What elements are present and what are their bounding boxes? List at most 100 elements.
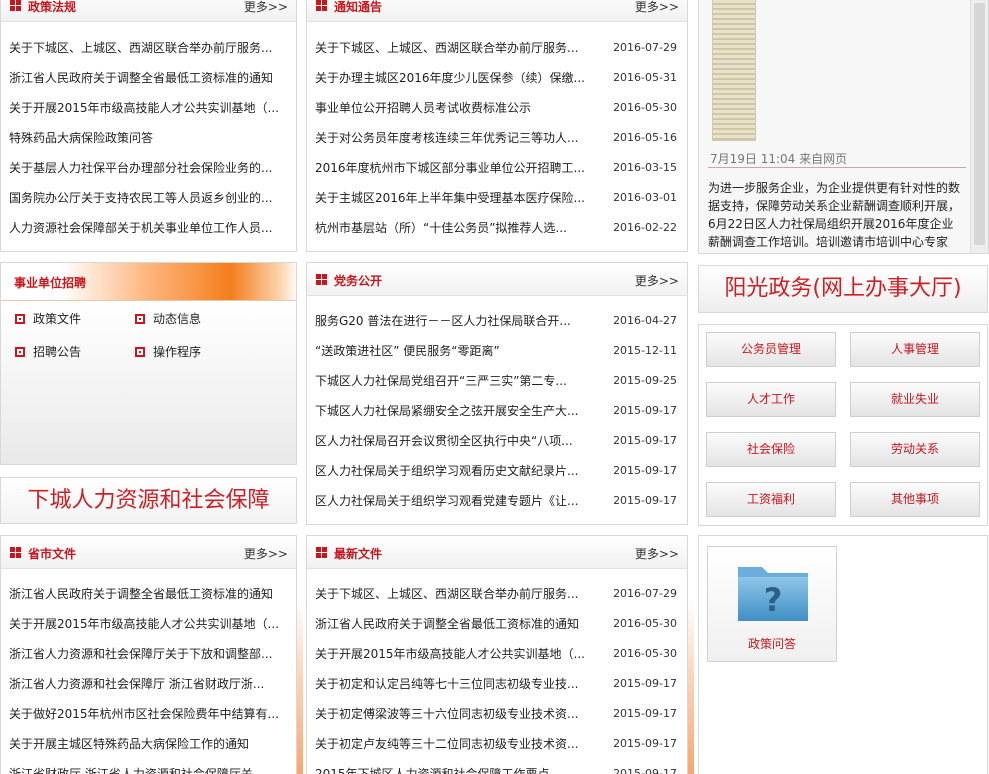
item-title-link[interactable]: 人力资源社会保障部关于机关事业单位工作人员... bbox=[9, 213, 296, 243]
recruit-item-announcement[interactable]: 招聘公告 bbox=[15, 343, 81, 360]
list-item[interactable]: 事业单位公开招聘人员考试收费标准公示 2016-05-30 bbox=[307, 93, 687, 123]
list-item[interactable]: 下城区人力社保局紧绷安全之弦开展安全生产大... 2015-09-17 bbox=[307, 396, 687, 426]
item-title-link[interactable]: 下城区人力社保局党组召开“三严三实”第二专... bbox=[315, 366, 585, 396]
list-item[interactable]: 关于开展主城区特殊药品大病保险工作的通知 bbox=[1, 729, 296, 759]
list-item[interactable]: 浙江省人力资源和社会保障厅关于下放和调整部... bbox=[1, 639, 296, 669]
list-item[interactable]: 关于办理主城区2016年度少儿医保参（续）保缴... 2016-05-31 bbox=[307, 63, 687, 93]
list-item[interactable]: 下城区人力社保局党组召开“三严三实”第二专... 2015-09-25 bbox=[307, 366, 687, 396]
service-employment-button[interactable]: 就业失业 bbox=[850, 382, 980, 417]
item-title-link[interactable]: 关于初定傅梁波等三十六位同志初级专业技术资... bbox=[315, 699, 585, 729]
recruit-item-news[interactable]: 动态信息 bbox=[135, 310, 201, 327]
item-title-link[interactable]: 浙江省人力资源和社会保障厅 浙江省财政厅浙... bbox=[9, 669, 296, 699]
list-item[interactable]: 区人力社保局召开会议贯彻全区执行中央“八项... 2015-09-17 bbox=[307, 426, 687, 456]
panel-title: 政策法规 bbox=[28, 0, 77, 14]
latest-docs-panel: 最新文件 更多>> 关于下城区、上城区、西湖区联合举办前厅服务... 2016-0… bbox=[306, 535, 688, 774]
online-service-hall-banner[interactable]: 阳光政务(网上办事大厅) bbox=[698, 265, 988, 313]
list-item[interactable]: 浙江省人民政府关于调整全省最低工资标准的通知 bbox=[1, 63, 296, 93]
item-title-link[interactable]: 关于下城区、上城区、西湖区联合举办前厅服务... bbox=[315, 579, 585, 609]
recruit-item-policy[interactable]: 政策文件 bbox=[15, 310, 81, 327]
list-item[interactable]: 关于开展2015年市级高技能人才公共实训基地（... bbox=[1, 609, 296, 639]
service-wages-button[interactable]: 工资福利 bbox=[706, 482, 836, 517]
item-title-link[interactable]: 关于初定和认定吕纯等七十三位同志初级专业技... bbox=[315, 669, 585, 699]
list-item[interactable]: 杭州市基层站（所）“十佳公务员”拟推荐人选... 2016-02-22 bbox=[307, 213, 687, 243]
item-title-link[interactable]: 关于开展主城区特殊药品大病保险工作的通知 bbox=[9, 729, 296, 759]
list-item[interactable]: 浙江省人民政府关于调整全省最低工资标准的通知 2016-05-30 bbox=[307, 609, 687, 639]
list-item[interactable]: 服务G20 普法在进行－－区人力社保局联合开... 2016-04-27 bbox=[307, 306, 687, 336]
list-item[interactable]: 关于主城区2016年上半年集中受理基本医疗保险... 2016-03-01 bbox=[307, 183, 687, 213]
list-item[interactable]: “送政策进社区” 便民服务“零距离” 2015-12-11 bbox=[307, 336, 687, 366]
more-link[interactable]: 更多>> bbox=[635, 272, 679, 289]
list-item[interactable]: 国务院办公厅关于支持农民工等人员返乡创业的... bbox=[1, 183, 296, 213]
scrollbar-thumb[interactable] bbox=[974, 3, 985, 245]
more-link[interactable]: 更多>> bbox=[244, 0, 288, 15]
service-civil-servant-button[interactable]: 公务员管理 bbox=[706, 332, 836, 367]
more-link[interactable]: 更多>> bbox=[244, 545, 288, 562]
list-item[interactable]: 区人力社保局关于组织学习观看党建专题片《让... 2015-09-17 bbox=[307, 486, 687, 516]
list-item[interactable]: 2015年下城区人力资源和社会保障工作要点 2015-09-17 bbox=[307, 759, 687, 774]
list-item[interactable]: 关于下城区、上城区、西湖区联合举办前厅服务... 2016-07-29 bbox=[307, 33, 687, 63]
item-title-link[interactable]: 关于基层人力社保平台办理部分社会保险业务的... bbox=[9, 153, 296, 183]
news-list: 关于下城区、上城区、西湖区联合举办前厅服务... 2016-07-29 浙江省人民政… bbox=[307, 579, 687, 774]
item-title-link[interactable]: 关于开展2015年市级高技能人才公共实训基地（... bbox=[9, 93, 296, 123]
item-title-link[interactable]: 浙江省人民政府关于调整全省最低工资标准的通知 bbox=[315, 609, 585, 639]
list-item[interactable]: 2016年度杭州市下城区部分事业单位公开招聘工... 2016-03-15 bbox=[307, 153, 687, 183]
service-labor-relations-button[interactable]: 劳动关系 bbox=[850, 432, 980, 467]
scrollbar[interactable] bbox=[970, 0, 988, 253]
list-item[interactable]: 特殊药品大病保险政策问答 bbox=[1, 123, 296, 153]
list-item[interactable]: 关于初定傅梁波等三十六位同志初级专业技术资... 2015-09-17 bbox=[307, 699, 687, 729]
item-title-link[interactable]: 关于下城区、上城区、西湖区联合举办前厅服务... bbox=[315, 33, 585, 63]
item-title-link[interactable]: 关于主城区2016年上半年集中受理基本医疗保险... bbox=[315, 183, 585, 213]
item-title-link[interactable]: 浙江省人力资源和社会保障厅关于下放和调整部... bbox=[9, 639, 296, 669]
list-item[interactable]: 关于开展2015年市级高技能人才公共实训基地（... 2016-05-30 bbox=[307, 639, 687, 669]
item-date: 2015-09-17 bbox=[613, 434, 677, 447]
xiacheng-hrss-banner[interactable]: 下城人力资源和社会保障 bbox=[0, 477, 297, 524]
item-title-link[interactable]: 浙江省人民政府关于调整全省最低工资标准的通知 bbox=[9, 63, 296, 93]
service-talent-button[interactable]: 人才工作 bbox=[706, 382, 836, 417]
item-title-link[interactable]: 事业单位公开招聘人员考试收费标准公示 bbox=[315, 93, 585, 123]
list-item[interactable]: 关于开展2015年市级高技能人才公共实训基地（... bbox=[1, 93, 296, 123]
item-title-link[interactable]: 关于对公务员年度考核连续三年优秀记三等功人... bbox=[315, 123, 585, 153]
item-title-link[interactable]: 浙江省人民政府关于调整全省最低工资标准的通知 bbox=[9, 579, 296, 609]
list-item[interactable]: 关于基层人力社保平台办理部分社会保险业务的... bbox=[1, 153, 296, 183]
list-item[interactable]: 关于对公务员年度考核连续三年优秀记三等功人... 2016-05-16 bbox=[307, 123, 687, 153]
item-title-link[interactable]: 区人力社保局关于组织学习观看历史文献纪录片... bbox=[315, 456, 585, 486]
item-title-link[interactable]: 浙江省财政厅 浙江省人力资源和社会保障厅关... bbox=[9, 759, 296, 774]
item-title-link[interactable]: 区人力社保局召开会议贯彻全区执行中央“八项... bbox=[315, 426, 585, 456]
policy-faq-button[interactable]: ? 政策问答 bbox=[707, 546, 837, 662]
list-item[interactable]: 浙江省财政厅 浙江省人力资源和社会保障厅关... bbox=[1, 759, 296, 774]
more-link[interactable]: 更多>> bbox=[635, 545, 679, 562]
list-item[interactable]: 关于下城区、上城区、西湖区联合举办前厅服务... 2016-07-29 bbox=[307, 579, 687, 609]
item-title-link[interactable]: 服务G20 普法在进行－－区人力社保局联合开... bbox=[315, 306, 585, 336]
item-title-link[interactable]: 区人力社保局关于组织学习观看党建专题片《让... bbox=[315, 486, 585, 516]
list-item[interactable]: 区人力社保局关于组织学习观看历史文献纪录片... 2015-09-17 bbox=[307, 456, 687, 486]
item-title-link[interactable]: 2015年下城区人力资源和社会保障工作要点 bbox=[315, 759, 585, 774]
item-date: 2016-07-29 bbox=[613, 41, 677, 54]
list-item[interactable]: 关于做好2015年杭州市区社会保险费年中结算有... bbox=[1, 699, 296, 729]
recruit-item-procedure[interactable]: 操作程序 bbox=[135, 343, 201, 360]
item-title-link[interactable]: 关于下城区、上城区、西湖区联合举办前厅服务... bbox=[9, 33, 296, 63]
service-personnel-button[interactable]: 人事管理 bbox=[850, 332, 980, 367]
list-item[interactable]: 关于初定和认定吕纯等七十三位同志初级专业技... 2015-09-17 bbox=[307, 669, 687, 699]
item-title-link[interactable]: 关于办理主城区2016年度少儿医保参（续）保缴... bbox=[315, 63, 585, 93]
item-title-link[interactable]: 下城区人力社保局紧绷安全之弦开展安全生产大... bbox=[315, 396, 585, 426]
service-other-button[interactable]: 其他事项 bbox=[850, 482, 980, 517]
item-title-link[interactable]: 国务院办公厅关于支持农民工等人员返乡创业的... bbox=[9, 183, 296, 213]
item-title-link[interactable]: 特殊药品大病保险政策问答 bbox=[9, 123, 296, 153]
item-title-link[interactable]: 关于开展2015年市级高技能人才公共实训基地（... bbox=[9, 609, 296, 639]
news-photo[interactable] bbox=[712, 0, 756, 141]
item-title-link[interactable]: 关于做好2015年杭州市区社会保险费年中结算有... bbox=[9, 699, 296, 729]
item-title-link[interactable]: “送政策进社区” 便民服务“零距离” bbox=[315, 336, 585, 366]
item-title-link[interactable]: 2016年度杭州市下城区部分事业单位公开招聘工... bbox=[315, 153, 585, 183]
list-item[interactable]: 人力资源社会保障部关于机关事业单位工作人员... bbox=[1, 213, 296, 243]
panel-title: 通知通告 bbox=[334, 0, 383, 14]
item-title-link[interactable]: 关于开展2015年市级高技能人才公共实训基地（... bbox=[315, 639, 585, 669]
list-item[interactable]: 浙江省人民政府关于调整全省最低工资标准的通知 bbox=[1, 579, 296, 609]
item-title-link[interactable]: 关于初定卢友纯等三十二位同志初级专业技术资... bbox=[315, 729, 585, 759]
item-title-link[interactable]: 杭州市基层站（所）“十佳公务员”拟推荐人选... bbox=[315, 213, 585, 243]
list-item[interactable]: 关于初定卢友纯等三十二位同志初级专业技术资... 2015-09-17 bbox=[307, 729, 687, 759]
item-date: 2015-09-17 bbox=[613, 767, 677, 774]
service-social-insurance-button[interactable]: 社会保险 bbox=[706, 432, 836, 467]
more-link[interactable]: 更多>> bbox=[635, 0, 679, 15]
list-item[interactable]: 关于下城区、上城区、西湖区联合举办前厅服务... bbox=[1, 33, 296, 63]
list-item[interactable]: 浙江省人力资源和社会保障厅 浙江省财政厅浙... bbox=[1, 669, 296, 699]
